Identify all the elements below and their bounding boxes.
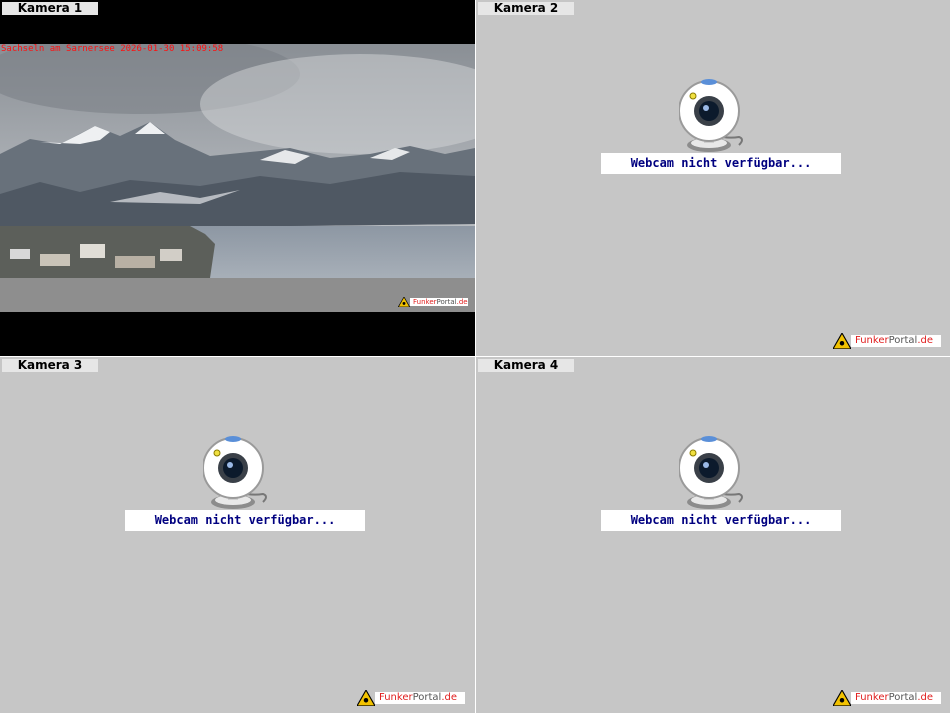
brand-part-4: .de bbox=[917, 692, 934, 703]
webcam-icon bbox=[679, 79, 743, 152]
brand-part-1: Funk bbox=[413, 298, 430, 306]
webcam-icon bbox=[203, 436, 267, 509]
camera-grid: Sachseln am Sarnersee 2026-01-30 15:09:5… bbox=[0, 0, 950, 713]
camera-3-label: Kamera 3 bbox=[2, 359, 98, 372]
camera-panel-3[interactable]: Kamera 3 Webcam nicht verfügbar... Funke… bbox=[0, 357, 475, 713]
brand-part-1: Funk bbox=[855, 335, 879, 346]
brand-part-2: er bbox=[402, 692, 413, 703]
camera-1-feed[interactable] bbox=[0, 44, 475, 312]
camera-panel-4[interactable]: Kamera 4 Webcam nicht verfügbar... Funke… bbox=[476, 357, 950, 713]
brand-part-3: Portal bbox=[888, 335, 918, 346]
camera-4-unavailable-message: Webcam nicht verfügbar... bbox=[601, 510, 841, 531]
brand-part-4: .de bbox=[456, 298, 468, 306]
camera-3-unavailable-message: Webcam nicht verfügbar... bbox=[125, 510, 365, 531]
camera-3-brand-logo[interactable]: FunkerPortal.de bbox=[357, 690, 465, 706]
camera-2-brand-logo[interactable]: FunkerPortal.de bbox=[833, 333, 941, 349]
brand-part-3: Portal bbox=[888, 692, 918, 703]
brand-part-2: er bbox=[429, 298, 437, 306]
camera-1-brand-logo[interactable]: FunkerPortal.de bbox=[398, 297, 468, 307]
brand-part-1: Funk bbox=[379, 692, 403, 703]
camera-panel-1[interactable]: Sachseln am Sarnersee 2026-01-30 15:09:5… bbox=[0, 0, 475, 356]
funkerportal-logo-icon bbox=[833, 333, 851, 349]
webcam-icon bbox=[679, 436, 743, 509]
funkerportal-logo-icon bbox=[398, 297, 410, 307]
camera-1-label: Kamera 1 bbox=[2, 2, 98, 15]
camera-panel-2[interactable]: Kamera 2 Webcam nicht verfügbar... Funke… bbox=[476, 0, 950, 356]
brand-part-2: er bbox=[878, 692, 889, 703]
brand-part-1: Funk bbox=[855, 692, 879, 703]
camera-2-unavailable-message: Webcam nicht verfügbar... bbox=[601, 153, 841, 174]
brand-part-2: er bbox=[878, 335, 889, 346]
brand-part-4: .de bbox=[441, 692, 458, 703]
camera-4-brand-logo[interactable]: FunkerPortal.de bbox=[833, 690, 941, 706]
funkerportal-logo-icon bbox=[357, 690, 375, 706]
camera-4-label: Kamera 4 bbox=[478, 359, 574, 372]
funkerportal-logo-icon bbox=[833, 690, 851, 706]
brand-part-3: Portal bbox=[436, 298, 457, 306]
camera-2-label: Kamera 2 bbox=[478, 2, 574, 15]
brand-part-3: Portal bbox=[412, 692, 442, 703]
camera-1-timestamp: Sachseln am Sarnersee 2026-01-30 15:09:5… bbox=[1, 44, 224, 54]
brand-part-4: .de bbox=[917, 335, 934, 346]
